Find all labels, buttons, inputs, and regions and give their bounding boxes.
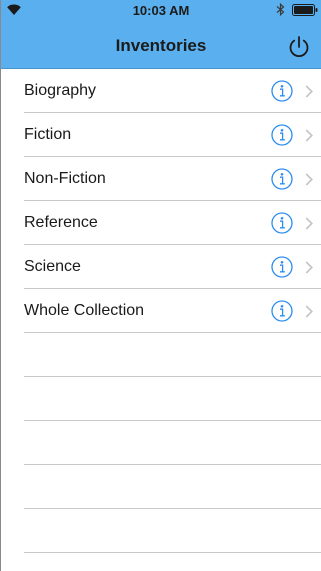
inventory-label: Fiction [24,126,72,143]
info-icon[interactable] [271,168,293,190]
inventory-row-science[interactable]: Science [24,245,321,289]
inventory-row-whole-collection[interactable]: Whole Collection [24,289,321,333]
chevron-right-icon [305,85,313,98]
inventory-label: Whole Collection [24,302,145,319]
empty-row [24,465,321,509]
battery-icon [292,4,318,16]
info-icon[interactable] [271,300,293,322]
chevron-right-icon [305,261,313,274]
empty-row [24,509,321,553]
inventory-label: Science [24,258,81,275]
inventory-row-biography[interactable]: Biography [24,69,321,113]
info-icon[interactable] [271,256,293,278]
page-title: Inventories [115,36,207,55]
inventory-row-fiction[interactable]: Fiction [24,113,321,157]
inventory-label: Non-Fiction [24,170,106,187]
chevron-right-icon [305,173,313,186]
inventory-row-reference[interactable]: Reference [24,201,321,245]
empty-row [24,421,321,465]
chevron-right-icon [305,129,313,142]
info-icon[interactable] [271,80,293,102]
inventory-row-non-fiction[interactable]: Non-Fiction [24,157,321,201]
chevron-right-icon [305,217,313,230]
inventory-label: Reference [24,214,98,231]
chevron-right-icon [305,305,313,318]
empty-row [24,377,321,421]
inventory-list: Biography Fiction Non-Fiction Reference … [1,69,321,571]
info-icon[interactable] [271,124,293,146]
status-bar: 10:03 AM [1,0,321,20]
empty-row [24,553,321,571]
app-frame: 10:03 AM Inventories Biography Fiction N… [0,0,321,571]
power-icon[interactable] [287,35,311,59]
navigation-header: 10:03 AM Inventories [1,0,321,69]
bluetooth-icon [276,3,285,16]
empty-row [24,333,321,377]
info-icon[interactable] [271,212,293,234]
status-time: 10:03 AM [132,3,190,18]
inventory-label: Biography [24,82,97,99]
